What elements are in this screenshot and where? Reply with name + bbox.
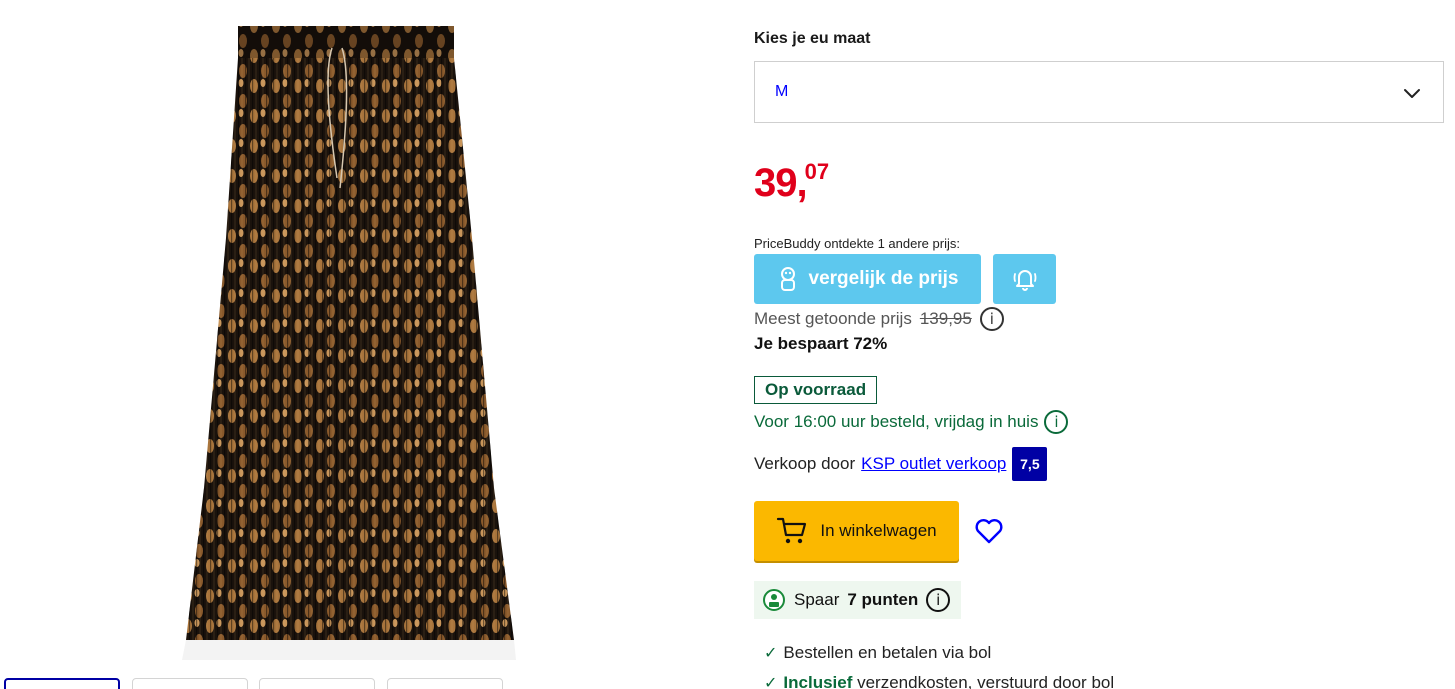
add-to-cart-button[interactable]: In winkelwagen [754,501,959,561]
pricebuddy-text: PriceBuddy ontdekte 1 andere prijs: [754,236,960,251]
points-badge-icon [763,589,785,611]
price-cents: 07 [804,159,830,184]
add-to-cart-label: In winkelwagen [820,521,937,540]
points-amount: 7 punten [847,590,919,609]
size-label: Kies je eu maat [754,30,871,47]
seller-prefix: Verkoop door [754,454,856,473]
size-select[interactable]: M [754,61,1444,123]
product-image[interactable] [182,18,516,660]
thumbnail-2[interactable] [132,678,248,689]
cart-icon [777,517,807,544]
usp-item: ✓ Bestellen en betalen via bol [764,643,991,663]
chevron-down-icon [1404,89,1420,98]
compare-price-button[interactable]: vergelijk de prijs [754,254,981,304]
info-icon[interactable]: i [926,588,951,612]
compare-price-label: vergelijk de prijs [808,268,959,289]
info-icon[interactable]: i [979,307,1004,331]
loyalty-points: Spaar 7 punten i [754,581,961,619]
product-page: Kies je eu maat M 39,07 PriceBuddy ontde… [0,0,1455,689]
check-icon: ✓ [764,645,778,662]
reference-price-label: Meest getoonde prijs [754,309,912,328]
usp-item: ✓ Inclusief verzendkosten, verstuurd doo… [764,673,1114,689]
pricebuddy-mascot-icon [780,267,795,291]
price-main: 39, [754,161,808,205]
price-alert-button[interactable] [993,254,1056,304]
seller-link[interactable]: KSP outlet verkoop [861,454,1006,474]
reference-price-row: Meest getoonde prijs 139,95 i [754,307,1004,331]
seller-row: Verkoop door KSP outlet verkoop 7,5 [754,447,1048,481]
usp-text: Bestellen en betalen via bol [783,643,992,662]
thumbnail-strip [0,678,520,689]
bell-icon [1013,270,1036,291]
size-selected-value: M [775,83,789,100]
savings-text: Je bespaart 72% [754,334,888,353]
delivery-info: Voor 16:00 uur besteld, vrijdag in huis … [754,410,1069,434]
heart-icon[interactable] [973,515,1005,547]
thumbnail-4[interactable] [387,678,503,689]
reference-price: 139,95 [919,309,972,328]
thumbnail-1[interactable] [4,678,120,689]
check-icon: ✓ [764,675,778,689]
delivery-text: Voor 16:00 uur besteld, vrijdag in huis [754,412,1039,431]
usp-text: verzendkosten, verstuurd door bol [852,673,1115,689]
thumbnail-3[interactable] [259,678,375,689]
seller-score-badge[interactable]: 7,5 [1012,447,1048,481]
stock-badge: Op voorraad [754,376,878,404]
points-prefix: Spaar [794,590,840,609]
info-icon[interactable]: i [1044,410,1069,434]
usp-bold-text: Inclusief [783,673,853,689]
price: 39,07 [754,159,831,206]
